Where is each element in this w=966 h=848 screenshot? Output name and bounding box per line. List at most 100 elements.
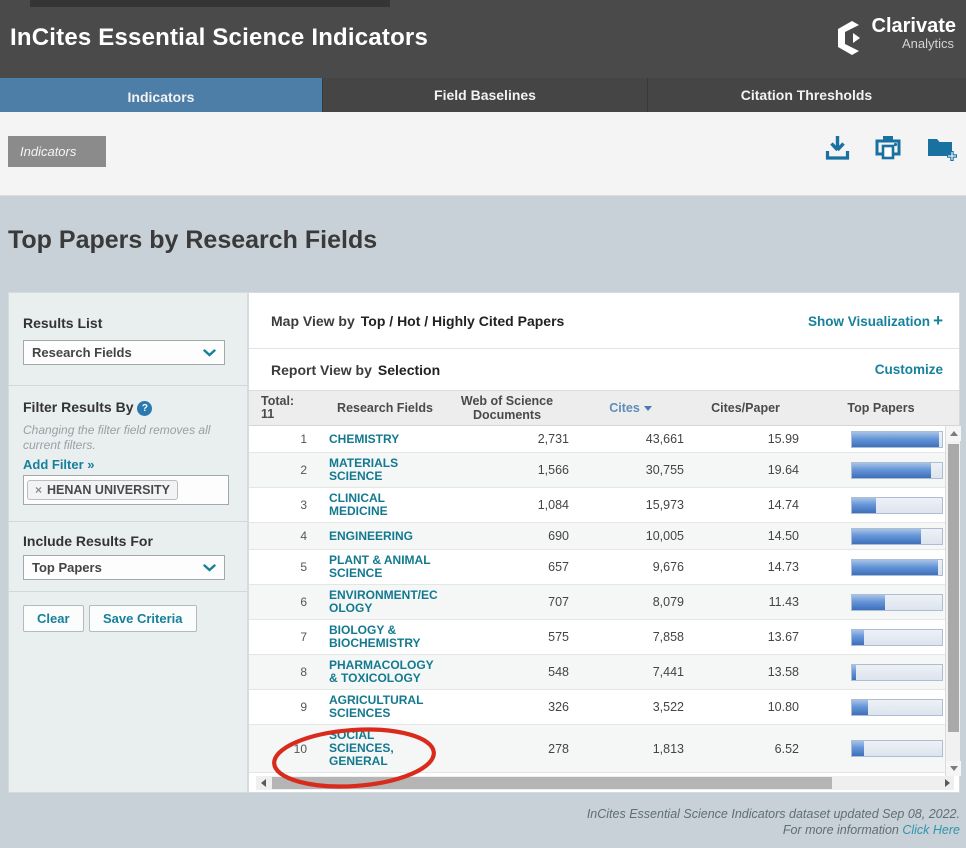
table-row: 6 ENVIRONMENT/ECOLOGY 707 8,079 11.43 — [249, 585, 959, 620]
col-top-papers[interactable]: Top Papers — [803, 401, 959, 415]
include-results-heading: Include Results For — [23, 533, 153, 549]
footer-line1: InCites Essential Science Indicators dat… — [586, 807, 960, 821]
row-rank: 9 — [300, 700, 307, 714]
top-papers-cell — [803, 663, 959, 681]
print-icon[interactable] — [874, 134, 902, 166]
sort-desc-icon — [643, 406, 652, 411]
cites-value: 15,973 — [645, 498, 684, 512]
tab-field-baselines[interactable]: Field Baselines — [323, 78, 648, 112]
table-row: 1 CHEMISTRY 2,731 43,661 15.99 — [249, 426, 959, 453]
remove-filter-icon[interactable]: × — [35, 483, 42, 497]
customize-link[interactable]: Customize — [875, 362, 943, 377]
cites-value: 7,441 — [652, 665, 684, 679]
scroll-down-icon[interactable] — [946, 761, 961, 776]
top-papers-bar — [851, 430, 943, 448]
tab-indicators[interactable]: Indicators — [0, 78, 323, 116]
app-header: InCites Essential Science Indicators Cla… — [0, 0, 966, 78]
table-row: 4 ENGINEERING 690 10,005 14.50 — [249, 523, 959, 550]
wos-documents-value: 657 — [548, 560, 569, 574]
footer-line2-text: For more information — [782, 823, 899, 838]
top-papers-cell — [803, 593, 959, 611]
cites-per-paper-value: 11.43 — [768, 595, 799, 609]
chevron-down-icon — [203, 344, 216, 362]
filter-tag-henan-university[interactable]: × HENAN UNIVERSITY — [27, 480, 178, 500]
row-rank: 1 — [300, 432, 307, 446]
research-field-link[interactable]: CLINICAL MEDICINE — [329, 492, 441, 518]
tab-citation-thresholds[interactable]: Citation Thresholds — [648, 78, 965, 112]
top-papers-bar — [851, 698, 943, 716]
add-filter-link[interactable]: Add Filter » — [23, 457, 95, 472]
research-field-link[interactable]: PLANT & ANIMAL SCIENCE — [329, 554, 441, 580]
research-field-link[interactable]: AGRICULTURAL SCIENCES — [329, 694, 441, 720]
col-cites-sorted[interactable]: Cites — [573, 401, 688, 415]
top-papers-cell — [803, 496, 959, 514]
horizontal-scrollbar[interactable] — [256, 776, 954, 790]
col-wos-documents[interactable]: Web of Science Documents — [441, 394, 573, 422]
show-visualization-link[interactable]: Show Visualization + — [808, 311, 943, 331]
plus-icon: + — [933, 310, 943, 330]
cites-per-paper-value: 13.67 — [767, 630, 799, 644]
show-visualization-text: Show Visualization — [808, 313, 931, 329]
top-papers-bar-fill — [852, 528, 922, 544]
scroll-right-icon[interactable] — [940, 776, 954, 790]
top-papers-bar-fill — [852, 497, 877, 513]
click-here-link[interactable]: Click Here — [902, 823, 960, 837]
cites-value: 7,858 — [652, 630, 684, 644]
row-rank: 10 — [293, 741, 307, 756]
research-field-link[interactable]: ENVIRONMENT/ECOLOGY — [329, 589, 441, 615]
table-body: 1 CHEMISTRY 2,731 43,661 15.99 2 MATERIA… — [249, 426, 959, 776]
breadcrumb-bar: Indicators — [0, 112, 966, 196]
col-cites-per-paper[interactable]: Cites/Paper — [688, 401, 803, 415]
research-field-link[interactable]: CHEMISTRY — [329, 432, 441, 446]
research-field-link[interactable]: BIOLOGY & BIOCHEMISTRY — [329, 624, 441, 650]
download-icon[interactable] — [825, 134, 850, 166]
vertical-scrollbar[interactable] — [945, 426, 961, 776]
folder-add-icon[interactable] — [926, 134, 958, 166]
research-field-link[interactable]: ENGINEERING — [329, 529, 441, 543]
col-research-fields[interactable]: Research Fields — [329, 401, 441, 415]
top-papers-cell — [803, 527, 959, 545]
clear-button[interactable]: Clear — [23, 605, 84, 632]
top-papers-bar-fill — [852, 559, 939, 575]
cites-value: 10,005 — [645, 529, 684, 543]
wos-documents-value: 575 — [548, 630, 569, 644]
table-row: 7 BIOLOGY & BIOCHEMISTRY 575 7,858 13.67 — [249, 620, 959, 655]
scroll-up-icon[interactable] — [946, 426, 961, 441]
help-icon[interactable]: ? — [137, 401, 153, 416]
cites-per-paper-value: 10.80 — [767, 700, 799, 714]
save-criteria-button[interactable]: Save Criteria — [89, 605, 197, 632]
filter-results-heading-text: Filter Results By — [23, 399, 134, 415]
top-papers-cell — [803, 430, 959, 448]
vertical-scroll-thumb[interactable] — [948, 444, 959, 732]
research-field-link[interactable]: SOCIAL SCIENCES, GENERAL — [329, 729, 441, 768]
main-tabbar: Indicators Field Baselines Citation Thre… — [0, 78, 966, 116]
research-field-link[interactable]: PHARMACOLOGY & TOXICOLOGY — [329, 659, 441, 685]
map-view-label: Map View by — [271, 312, 355, 329]
results-list-dropdown[interactable]: Research Fields — [23, 340, 225, 365]
top-papers-cell — [803, 740, 959, 757]
top-papers-bar — [851, 558, 943, 576]
cites-per-paper-value: 13.58 — [767, 665, 799, 679]
footer-line2: For more information Click Here — [587, 822, 960, 838]
top-papers-cell — [803, 628, 959, 646]
cites-value: 43,661 — [645, 432, 684, 446]
filter-note: Changing the filter field removes all cu… — [23, 423, 211, 452]
cites-per-paper-value: 14.74 — [767, 498, 799, 512]
scroll-left-icon[interactable] — [256, 776, 270, 790]
wos-documents-value: 548 — [548, 665, 569, 679]
table-row: 9 AGRICULTURAL SCIENCES 326 3,522 10.80 — [249, 690, 959, 725]
total-count: Total: 11 — [249, 395, 311, 421]
research-field-link[interactable]: MATERIALS SCIENCE — [329, 457, 441, 483]
cites-value: 8,079 — [652, 595, 684, 609]
horizontal-scroll-thumb[interactable] — [272, 777, 832, 789]
row-rank: 6 — [300, 595, 307, 609]
clarivate-logo: Clarivate Analytics — [831, 16, 956, 62]
results-panel: Map View by Top / Hot / Highly Cited Pap… — [248, 292, 961, 793]
filter-results-heading: Filter Results By? — [23, 399, 153, 416]
wos-documents-value: 1,084 — [537, 498, 569, 512]
report-view-bar: Report View by Selection Customize — [249, 349, 959, 390]
top-papers-bar-fill — [852, 629, 864, 645]
results-list-selected: Research Fields — [32, 345, 132, 360]
top-papers-cell — [803, 461, 959, 479]
include-results-dropdown[interactable]: Top Papers — [23, 555, 225, 580]
